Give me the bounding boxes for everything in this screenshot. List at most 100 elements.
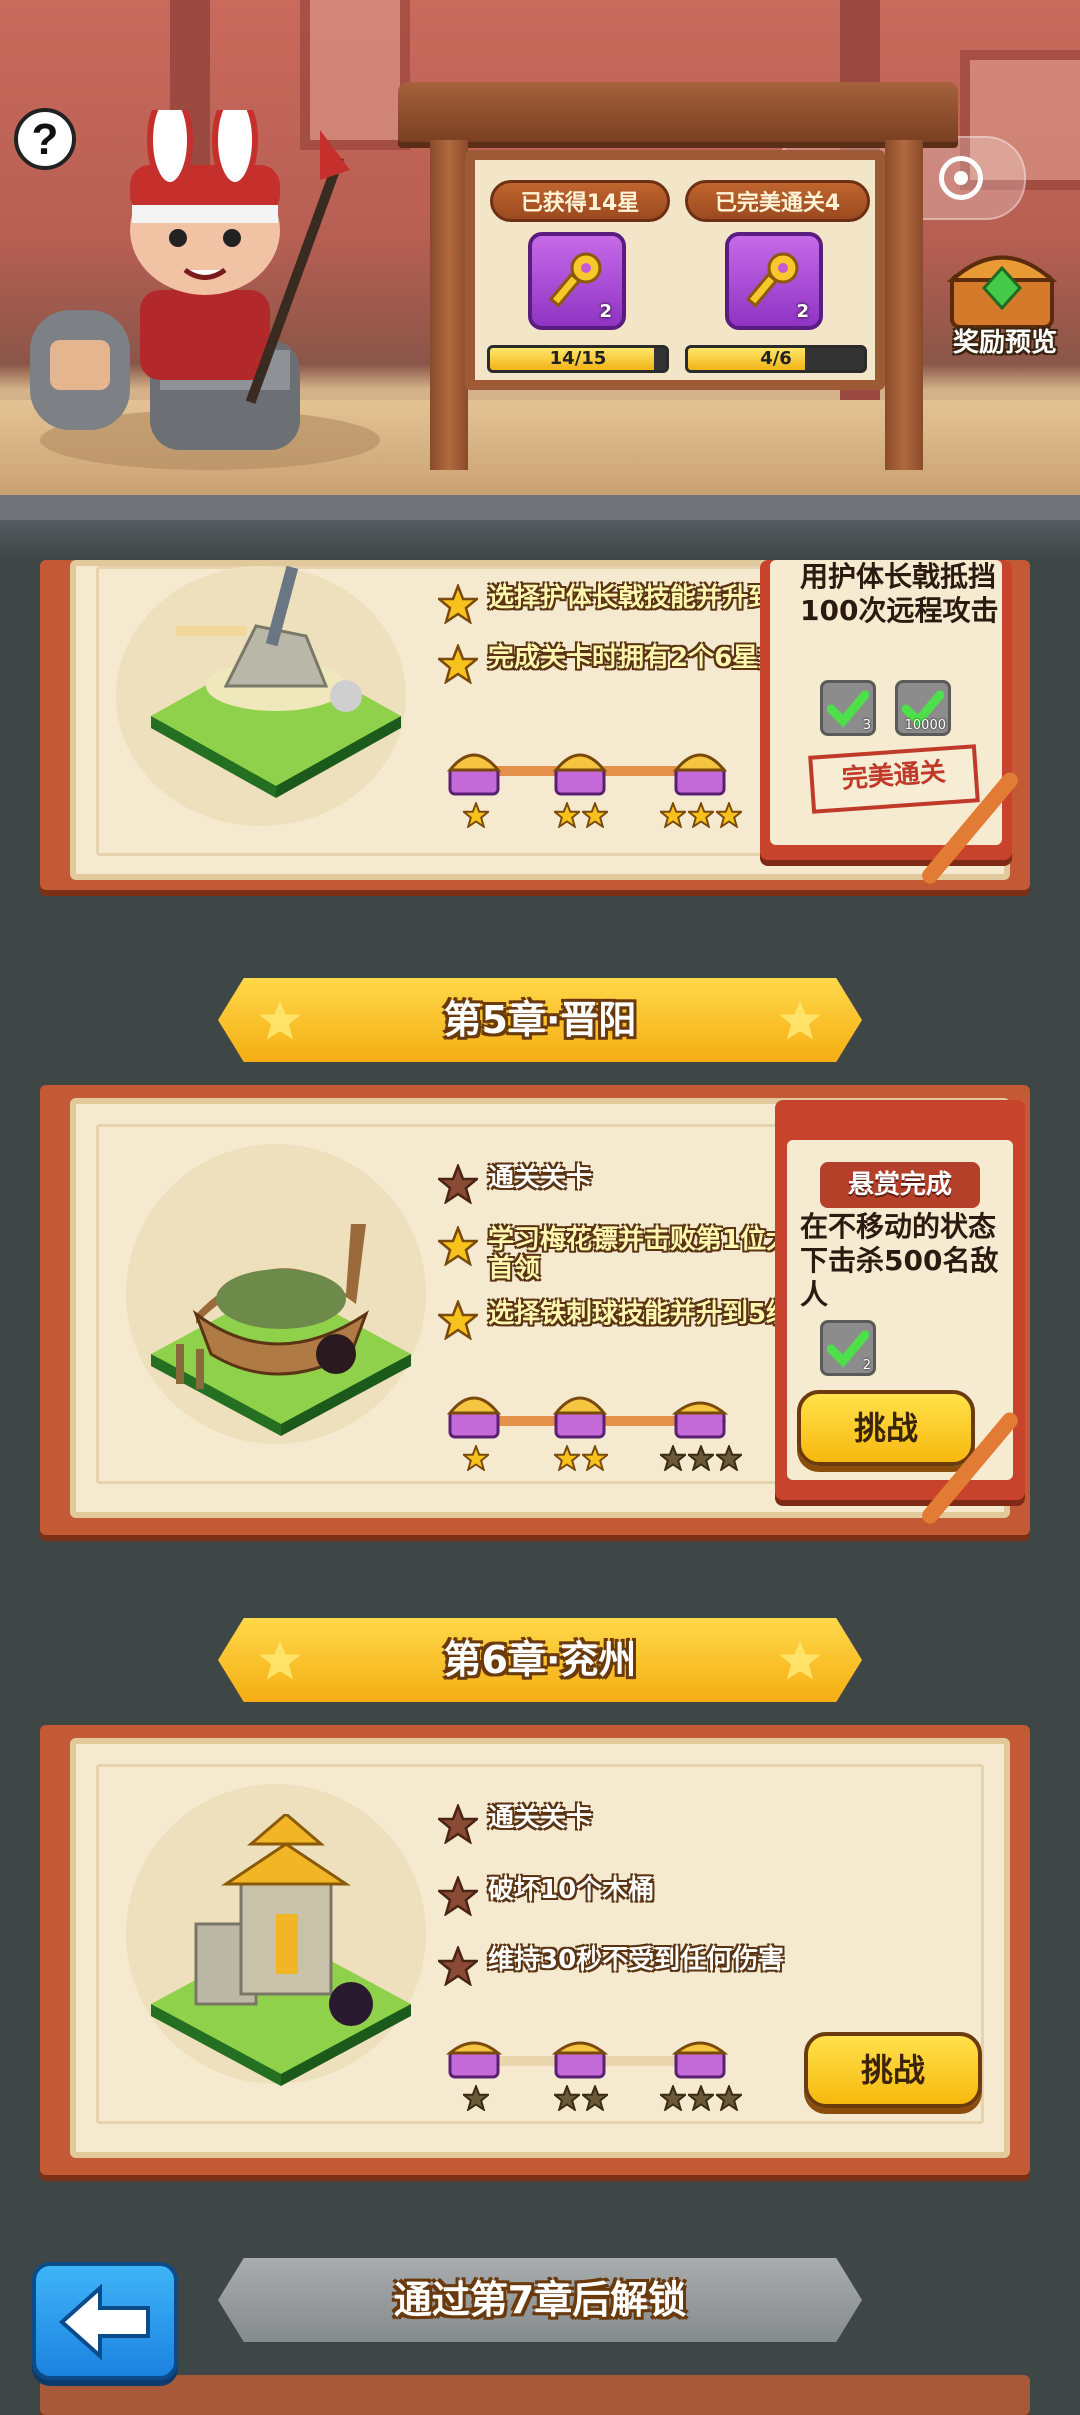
chapter6-banner: 第6章·兖州 — [218, 1618, 862, 1702]
reward-chest-3[interactable] — [656, 746, 746, 828]
chapter6-card[interactable]: 通关关卡 破坏10个木桶 维持30秒不受到任何伤害 挑战 — [70, 1738, 1010, 2158]
star-filled-icon — [582, 802, 608, 828]
chest-open-icon — [446, 753, 502, 796]
close-miniprogram-icon[interactable] — [939, 156, 983, 200]
header-divider — [0, 495, 1080, 520]
check-count: 10000 — [904, 718, 946, 733]
star-filled-icon — [438, 584, 478, 624]
star-empty-icon — [688, 2085, 714, 2111]
chest-closed-icon — [445, 2041, 503, 2079]
perfect-progress-bar: 4/6 — [685, 345, 867, 373]
chest-closed-icon — [671, 1401, 729, 1439]
star-empty-icon — [554, 2085, 580, 2111]
star-filled-icon — [660, 802, 686, 828]
chest-stars — [446, 802, 506, 828]
stage-island-art — [151, 566, 401, 798]
back-arrow-icon — [59, 2284, 150, 2360]
bounty-check-box: 3 — [820, 680, 876, 736]
hero-character-art — [30, 110, 380, 470]
star-empty-icon — [438, 1164, 478, 1204]
star-empty-icon — [438, 1804, 478, 1844]
chest-open-icon — [446, 1396, 502, 1439]
reward-chest-1[interactable] — [445, 2029, 506, 2111]
chest-stars — [446, 1445, 506, 1471]
star-filled-icon — [554, 1445, 580, 1471]
board-roof — [398, 82, 958, 142]
header-shadow — [0, 520, 1080, 560]
reward-chest-icon[interactable] — [942, 240, 1062, 330]
reward-chest-2[interactable] — [546, 1389, 616, 1471]
star-filled-icon — [438, 644, 478, 684]
key-count: 2 — [599, 301, 612, 322]
star-empty-icon — [438, 1876, 478, 1916]
star-filled-icon — [438, 1226, 478, 1266]
perfect-clear-tab: 已完美通关4 — [685, 180, 870, 222]
board-post — [430, 140, 468, 470]
star-empty-icon — [438, 1946, 478, 1986]
chapter5-challenge-button[interactable]: 挑战 — [797, 1390, 975, 1466]
star-icon — [779, 1000, 821, 1040]
chest-open-icon — [672, 753, 728, 796]
stars-earned-tab: 已获得14星 — [490, 180, 670, 222]
stage-island-art — [151, 1814, 411, 2086]
reward-chest-1[interactable] — [446, 1389, 506, 1471]
help-button[interactable]: ? — [14, 108, 76, 170]
bounty-text: 用护体长戟抵挡100次远程攻击 — [800, 560, 999, 627]
star-filled-icon — [554, 802, 580, 828]
chest-stars — [446, 2085, 506, 2111]
chest-open-icon — [552, 1396, 608, 1439]
chest-stars — [656, 1445, 746, 1471]
bounty-text: 在不移动的状态下击杀500名敌人 — [800, 1210, 999, 1311]
star-filled-icon — [716, 802, 742, 828]
chapter5-banner: 第5章·晋阳 — [218, 978, 862, 1062]
chest-closed-icon — [551, 2041, 609, 2079]
objective-row: 维持30秒不受到任何伤害 — [438, 1946, 838, 1986]
board-post — [885, 140, 923, 470]
bounty-check-box: 2 — [820, 1320, 876, 1376]
objective-row: 破坏10个木桶 — [438, 1876, 838, 1916]
reward-chest-1[interactable] — [446, 746, 506, 828]
chest-stars — [546, 2085, 616, 2111]
reward-preview-label[interactable]: 奖励预览 — [940, 322, 1070, 359]
chapter6-challenge-button[interactable]: 挑战 — [804, 2032, 982, 2108]
bounty-complete-badge: 悬赏完成 — [820, 1162, 980, 1208]
perfect-key-reward[interactable]: 2 — [725, 232, 823, 330]
chapter6-reward-chests — [445, 2029, 786, 2119]
back-button[interactable] — [32, 2262, 178, 2380]
chapter5-title: 第5章·晋阳 — [443, 998, 637, 1042]
chest-stars — [546, 802, 616, 828]
header-scene: ? 已获得14星 已完美通关4 2 2 14/15 4/6 奖励预览 — [0, 0, 1080, 520]
stars-key-reward[interactable]: 2 — [528, 232, 626, 330]
star-empty-icon — [582, 2085, 608, 2111]
reward-chest-2[interactable] — [546, 746, 616, 828]
objective-text: 通关关卡 — [488, 1163, 593, 1193]
star-filled-icon — [463, 1445, 489, 1471]
perfect-clear-stamp: 完美通关 — [808, 744, 980, 814]
bounty-check-box: 10000 — [895, 680, 951, 736]
star-empty-icon — [660, 1445, 686, 1471]
chapter4-reward-chests — [446, 746, 786, 836]
reward-chest-3[interactable] — [656, 2029, 746, 2111]
objective-text: 选择铁刺球技能并升到5级 — [488, 1299, 793, 1329]
objective-text: 通关关卡 — [488, 1803, 593, 1833]
objective-text: 维持30秒不受到任何伤害 — [488, 1945, 785, 1975]
stage-island-art — [151, 1224, 411, 1436]
progress-text: 4/6 — [760, 348, 792, 369]
reward-chest-2[interactable] — [546, 2029, 616, 2111]
star-filled-icon — [688, 802, 714, 828]
star-filled-icon — [463, 802, 489, 828]
chapter6-objectives: 通关关卡 破坏10个木桶 维持30秒不受到任何伤害 — [438, 1804, 838, 1986]
progress-text: 14/15 — [549, 348, 607, 369]
reward-chest-3[interactable] — [656, 1389, 746, 1471]
star-empty-icon — [716, 1445, 742, 1471]
stars-progress-bar: 14/15 — [487, 345, 669, 373]
star-empty-icon — [463, 2085, 489, 2111]
star-empty-icon — [688, 1445, 714, 1471]
check-count: 3 — [862, 718, 871, 733]
chest-stars — [656, 802, 746, 828]
chapter7-card-edge — [40, 2375, 1030, 2415]
objective-text: 破坏10个木桶 — [488, 1875, 655, 1905]
chest-closed-icon — [671, 2041, 729, 2079]
objective-row: 通关关卡 — [438, 1804, 838, 1844]
check-count: 2 — [862, 1358, 871, 1373]
